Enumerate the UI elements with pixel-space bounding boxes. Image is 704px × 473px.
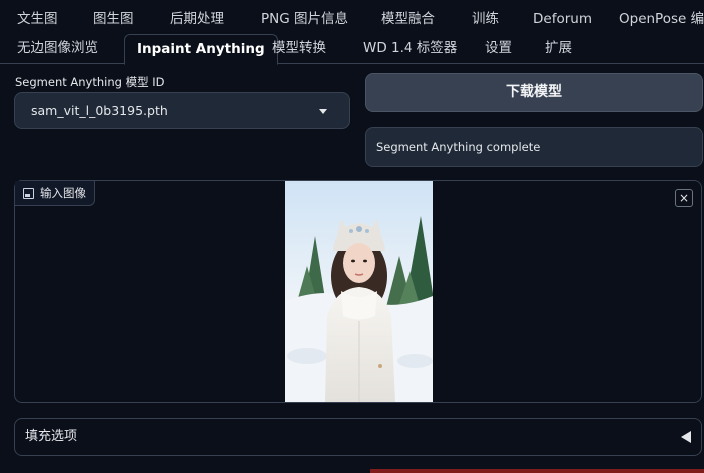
tab-txt2img[interactable]: 文生图 — [17, 6, 58, 32]
status-output: Segment Anything complete — [365, 127, 703, 167]
model-id-value: sam_vit_l_0b3195.pth — [31, 103, 168, 118]
clear-image-button[interactable]: × — [675, 189, 693, 207]
tab-extras[interactable]: 后期处理 — [170, 6, 224, 32]
model-id-label: Segment Anything 模型 ID — [15, 75, 165, 89]
tab-infinite-image-browsing[interactable]: 无边图像浏览 — [17, 34, 98, 63]
input-image-label-tag: 输入图像 — [15, 181, 95, 206]
model-id-dropdown[interactable]: sam_vit_l_0b3195.pth — [14, 92, 350, 129]
chevron-down-icon — [319, 109, 327, 114]
download-model-button[interactable]: 下载模型 — [365, 73, 703, 112]
main-tab-row: 文生图 图生图 后期处理 PNG 图片信息 模型融合 训练 Deforum Op… — [0, 6, 704, 32]
tab-inpaint-anything[interactable]: Inpaint Anything — [124, 34, 278, 65]
generate-button-edge[interactable] — [370, 469, 704, 473]
fill-options-label: 填充选项 — [25, 429, 78, 444]
tab-img2img[interactable]: 图生图 — [93, 6, 134, 32]
triangle-left-icon — [681, 431, 691, 443]
tab-train[interactable]: 训练 — [472, 6, 499, 32]
input-image-label: 输入图像 — [40, 186, 86, 200]
tab-wd14-tagger[interactable]: WD 1.4 标签器 — [363, 34, 457, 63]
input-image — [285, 181, 433, 402]
input-image-panel[interactable]: 输入图像 × — [14, 180, 702, 403]
tab-extensions[interactable]: 扩展 — [545, 34, 572, 63]
image-icon — [23, 187, 34, 199]
tab-checkpoint-merger[interactable]: 模型融合 — [381, 6, 435, 32]
tab-png-info[interactable]: PNG 图片信息 — [261, 6, 348, 32]
tab-settings[interactable]: 设置 — [485, 34, 512, 63]
tab-model-converter[interactable]: 模型转换 — [272, 34, 326, 63]
tab-deforum[interactable]: Deforum — [533, 6, 592, 32]
tab-openpose-editor[interactable]: OpenPose 编辑 — [619, 6, 704, 32]
secondary-tab-row: 无边图像浏览 Inpaint Anything 模型转换 WD 1.4 标签器 … — [0, 34, 704, 65]
fill-options-accordion[interactable]: 填充选项 — [14, 418, 702, 456]
